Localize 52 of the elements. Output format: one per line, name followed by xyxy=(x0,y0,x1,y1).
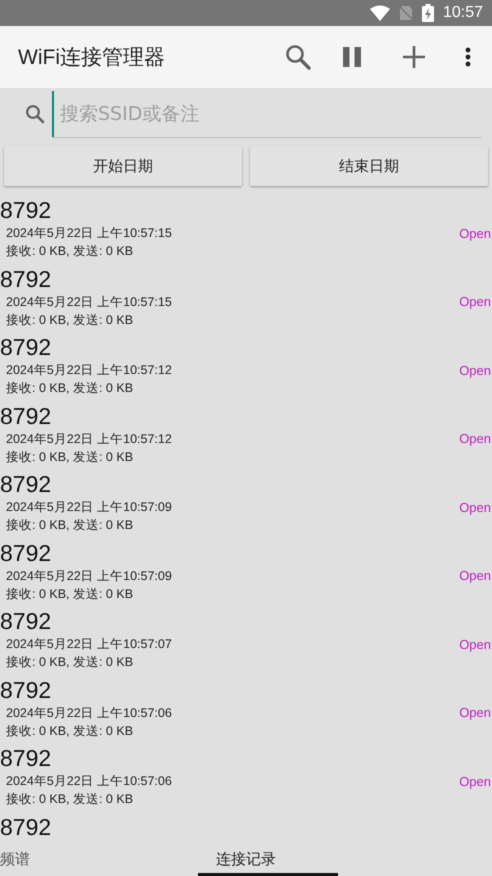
tab[interactable]: 连接记录 xyxy=(198,845,338,876)
ssid-text: 8792 xyxy=(0,470,52,498)
traffic-text: 接收: 0 KB, 发送: 0 KB xyxy=(5,243,134,260)
more-options-icon[interactable] xyxy=(465,47,471,67)
security-label: Open xyxy=(459,226,491,240)
security-label: Open xyxy=(459,500,491,514)
date-button[interactable]: 结束日期 xyxy=(250,146,488,186)
add-icon[interactable] xyxy=(403,46,425,68)
app-title: WiFi连接管理器 xyxy=(18,45,166,71)
search-field[interactable]: 搜索SSID或备注 xyxy=(52,90,482,138)
tab[interactable]: 频谱 xyxy=(0,845,198,876)
timestamp-text: 2024年5月22日 上午10:57:07 xyxy=(5,636,172,653)
ssid-text: 8792 xyxy=(0,676,52,704)
security-label: Open xyxy=(459,294,491,309)
security-label: Open xyxy=(459,705,491,720)
ssid-text: 8792 xyxy=(0,402,52,430)
date-button[interactable]: 开始日期 xyxy=(4,146,242,186)
clock-time: 10:57 xyxy=(442,4,483,22)
timestamp-text: 2024年5月22日 上午10:57:06 xyxy=(5,773,172,790)
traffic-text: 接收: 0 KB, 发送: 0 KB xyxy=(5,586,134,602)
ssid-text: 8792 xyxy=(0,196,52,224)
search-icon[interactable] xyxy=(285,44,311,70)
ssid-text: 8792 xyxy=(0,264,52,292)
traffic-text: 接收: 0 KB, 发送: 0 KB xyxy=(5,380,134,397)
traffic-text: 接收: 0 KB, 发送: 0 KB xyxy=(5,722,134,740)
ssid-text: 8792 xyxy=(0,744,52,772)
ssid-text: 8792 xyxy=(0,538,52,566)
traffic-text: 接收: 0 KB, 发送: 0 KB xyxy=(5,791,134,808)
traffic-text: 接收: 0 KB, 发送: 0 KB xyxy=(5,654,134,671)
timestamp-text: 2024年5月22日 上午10:57:09 xyxy=(5,568,172,584)
no-sim-icon xyxy=(398,5,413,21)
timestamp-text: 2024年5月22日 上午10:57:09 xyxy=(5,499,172,516)
security-label: Open xyxy=(459,568,491,583)
security-label: Open xyxy=(459,636,491,652)
timestamp-text: 2024年5月22日 上午10:57:12 xyxy=(5,362,172,379)
timestamp-text: 2024年5月22日 上午10:57:12 xyxy=(5,430,172,448)
ssid-text: 8792 xyxy=(0,607,52,635)
security-label: Open xyxy=(459,774,491,788)
search-icon xyxy=(25,104,45,124)
timestamp-text: 2024年5月22日 上午10:57:06 xyxy=(5,704,172,722)
traffic-text: 接收: 0 KB, 发送: 0 KB xyxy=(5,448,134,466)
ssid-text: 8792 xyxy=(0,333,52,361)
security-label: Open xyxy=(459,431,491,446)
timestamp-text: 2024年5月22日 上午10:57:15 xyxy=(5,294,172,310)
timestamp-text: 2024年5月22日 上午10:57:15 xyxy=(5,225,172,242)
wifi-icon xyxy=(370,5,390,21)
pause-icon[interactable] xyxy=(343,47,361,67)
traffic-text: 接收: 0 KB, 发送: 0 KB xyxy=(5,312,134,328)
security-label: Open xyxy=(459,362,491,378)
battery-charging-icon xyxy=(422,4,434,22)
ssid-text: 8792 xyxy=(0,812,52,840)
traffic-text: 接收: 0 KB, 发送: 0 KB xyxy=(5,517,134,534)
